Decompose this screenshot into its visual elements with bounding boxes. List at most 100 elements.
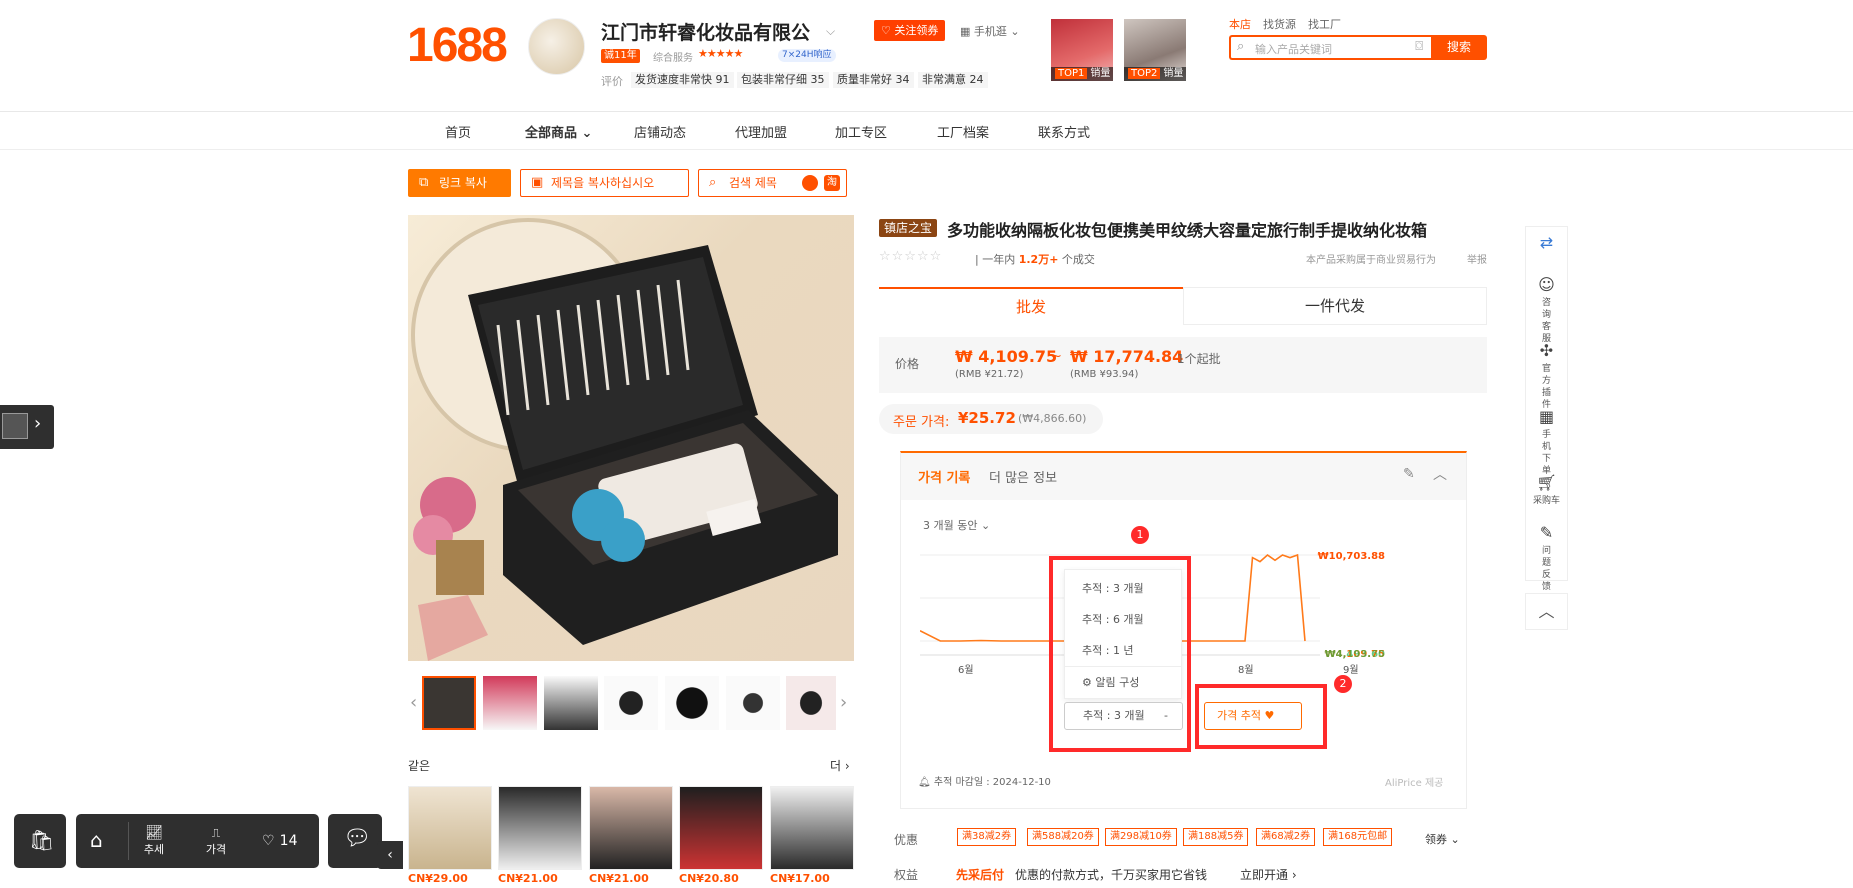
thumbnail[interactable] — [483, 676, 537, 730]
similar-product-image[interactable] — [498, 786, 582, 870]
rank-label: TOP1 — [1055, 68, 1088, 79]
mobile-link[interactable]: ▦ 手机逛 ⌄ — [960, 23, 1020, 39]
follow-shop-button[interactable]: ♡ 关注领券 — [874, 20, 946, 41]
floating-preview[interactable]: › — [0, 405, 54, 449]
similar-product-image[interactable] — [679, 786, 763, 870]
search-icon: ⌕ — [1237, 39, 1245, 54]
thumbnail[interactable] — [665, 676, 719, 730]
sidebar-item-plugin[interactable]: ✣ 官方插件 — [1526, 341, 1567, 411]
coupon[interactable]: 满168元包邮 — [1323, 828, 1393, 846]
report-link[interactable]: 举报 — [1467, 251, 1487, 266]
collapse-toolbar-button[interactable]: ‹ — [377, 841, 403, 869]
x-tick-label: 8월 — [1238, 664, 1254, 676]
tab-wholesale[interactable]: 批发 — [879, 287, 1183, 325]
copy-title-button[interactable]: ▣ 제목을 복사하십시오 — [520, 169, 689, 197]
chevron-up-icon: ︿ — [1538, 602, 1555, 621]
copy-link-button[interactable]: ⧉ 링크 복사 — [408, 169, 511, 197]
chat-icon: ☺ — [1538, 275, 1555, 294]
sidebar-item-mobile-order[interactable]: ▦ 手机下单 — [1526, 407, 1567, 477]
sidebar-item-customer-service[interactable]: ☺ 咨询客服 — [1526, 275, 1567, 345]
site-logo[interactable]: 1688 — [407, 18, 508, 73]
search-tab-source[interactable]: 找货源 — [1263, 16, 1296, 32]
1688-icon[interactable] — [802, 175, 818, 191]
rating-stars: ☆☆☆☆☆ — [879, 249, 943, 264]
get-coupon-link[interactable]: 领券 ⌄ — [1425, 831, 1460, 847]
period-selector[interactable]: 3 개월 동안 ⌄ — [923, 517, 990, 533]
thumbnail[interactable] — [422, 676, 476, 730]
price-button[interactable]: ⎍ 가격 — [186, 822, 246, 857]
thumbnail[interactable] — [726, 676, 780, 730]
top-rank-tag: TOP1 销量 — [1051, 67, 1113, 81]
shop-treasure-tag: 镇店之宝 — [879, 219, 938, 237]
nav-all-products[interactable]: 全部商品 ⌄ — [525, 122, 592, 141]
similar-title: 같은 — [408, 759, 431, 773]
tab-price-history[interactable]: 가격 기록 — [918, 467, 970, 486]
product-main-image[interactable] — [408, 215, 854, 661]
chevron-up-icon[interactable]: ︿ — [1433, 464, 1447, 484]
powered-by: AliPrice 제공 — [1385, 778, 1444, 789]
search-input[interactable]: ⌕ 输入产品关键词 ⌼ — [1229, 35, 1431, 60]
translate-icon[interactable]: ⇄ — [1526, 233, 1567, 255]
search-button[interactable]: 搜索 — [1431, 35, 1487, 60]
shopping-bag-button[interactable]: 🛍︎ — [14, 814, 66, 868]
tab-more-info[interactable]: 더 많은 정보 — [989, 467, 1057, 486]
tab-dropship[interactable]: 一件代发 — [1183, 287, 1487, 325]
eval-item: 非常满意 24 — [918, 72, 988, 88]
thumbnail[interactable] — [544, 676, 598, 730]
order-price-won: (₩4,866.60) — [1018, 412, 1087, 425]
coupon[interactable]: 满588减20券 — [1027, 828, 1099, 846]
price-low: ₩ 4,109.75 — [955, 347, 1058, 366]
similar-product-image[interactable] — [408, 786, 492, 870]
similar-more-link[interactable]: 더 › — [830, 757, 850, 774]
top-product-thumb[interactable]: TOP2 销量 — [1124, 19, 1186, 81]
back-to-top-button[interactable]: ︿ — [1525, 593, 1568, 630]
thumbnail-strip: ‹ › — [408, 676, 854, 732]
likes-button[interactable]: ♡ 14 — [262, 830, 297, 849]
trend-icon: 📈︎ — [145, 825, 163, 841]
nav-processing[interactable]: 加工专区 — [835, 122, 887, 141]
coupon[interactable]: 满298减10券 — [1105, 828, 1177, 846]
sidebar-item-cart[interactable]: 🛒︎ 采购车 — [1526, 473, 1567, 507]
search-tab-factory[interactable]: 找工厂 — [1308, 16, 1341, 32]
shop-name[interactable]: 江门市轩睿化妆品有限公 — [601, 18, 810, 45]
edit-icon[interactable]: ✎ — [1403, 466, 1415, 482]
service-stars: ★★★★★ — [698, 47, 743, 60]
thumbnail[interactable] — [786, 676, 836, 730]
thumbnail[interactable] — [604, 676, 658, 730]
price-wave-icon: ⎍ — [211, 826, 221, 840]
shop-avatar[interactable] — [528, 18, 585, 75]
copy-link-label: 링크 복사 — [439, 176, 487, 190]
service-label: 综合服务 — [653, 53, 693, 64]
sidebar-label: 采购车 — [1532, 496, 1560, 506]
coupon[interactable]: 满38减2券 — [957, 828, 1017, 846]
nav-agency[interactable]: 代理加盟 — [735, 122, 787, 141]
camera-icon[interactable]: ⌼ — [1415, 39, 1423, 54]
similar-product-image[interactable] — [589, 786, 673, 870]
search-title-button[interactable]: ⌕ 검색 제목 淘 — [698, 169, 847, 197]
search-tab-shop[interactable]: 本店 — [1229, 16, 1251, 32]
activate-link[interactable]: 立即开通 › — [1240, 866, 1297, 883]
taobao-icon[interactable]: 淘 — [824, 175, 840, 191]
sidebar-item-feedback[interactable]: ✎ 问题反馈 — [1526, 523, 1567, 593]
rank-label: TOP2 — [1128, 68, 1161, 79]
nav-shop-news[interactable]: 店铺动态 — [634, 122, 686, 141]
top-product-thumb[interactable]: TOP1 销量 — [1051, 19, 1113, 81]
similar-product-image[interactable] — [770, 786, 854, 870]
nav-factory[interactable]: 工厂档案 — [937, 122, 989, 141]
coupon[interactable]: 满188减5券 — [1183, 828, 1249, 846]
chevron-down-icon[interactable]: ⌵ — [826, 24, 835, 39]
search-title-label: 검색 제목 — [729, 176, 777, 190]
chevron-right-icon[interactable]: › — [840, 692, 847, 713]
trade-notice: 本产品采购属于商业贸易行为 — [1306, 255, 1436, 266]
chat-button[interactable]: 💬︎ — [328, 814, 382, 868]
makeup-case-illustration — [411, 218, 838, 661]
similar-price: CN¥20.80 — [679, 872, 739, 885]
trend-button[interactable]: 📈︎ 추세 — [132, 822, 176, 857]
nav-home[interactable]: 首页 — [445, 122, 471, 141]
chevron-left-icon[interactable]: ‹ — [410, 692, 417, 713]
nav-contact[interactable]: 联系方式 — [1038, 122, 1090, 141]
rmb-high: (RMB ¥93.94) — [1070, 369, 1139, 380]
home-icon[interactable]: ⌂ — [90, 828, 103, 852]
track-deadline: 🔔︎ 추적 마감일 : 2024-12-10 — [918, 773, 1051, 788]
coupon[interactable]: 满68减2券 — [1256, 828, 1316, 846]
